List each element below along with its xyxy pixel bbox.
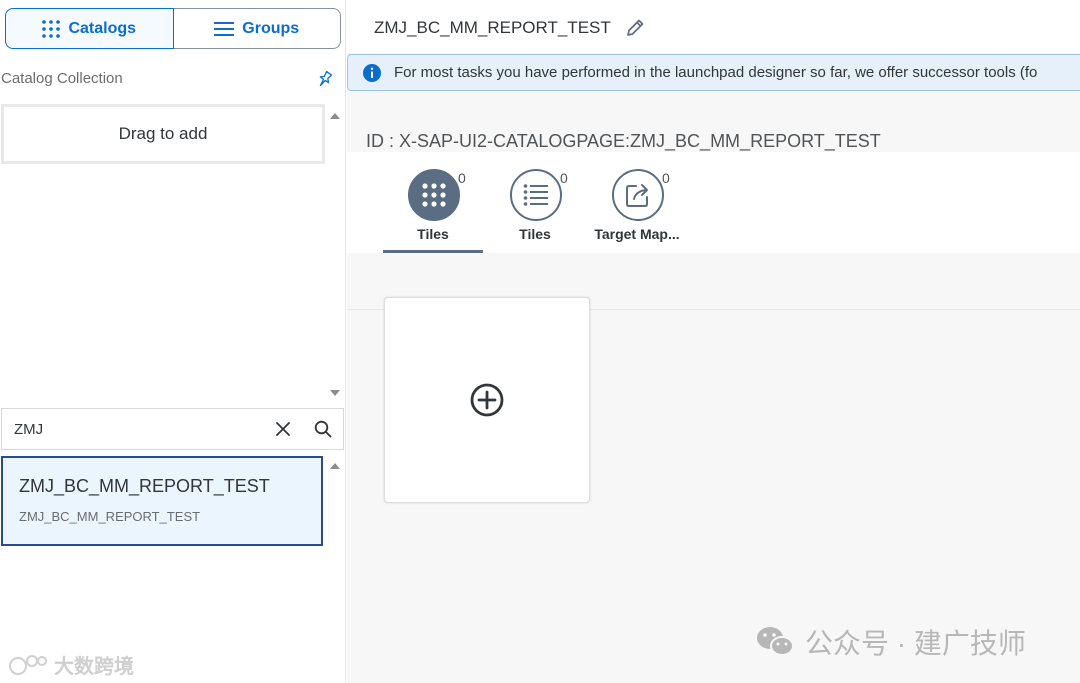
watermark-logo-icon xyxy=(9,654,47,675)
edit-pencil-icon[interactable] xyxy=(625,18,645,38)
list-icon xyxy=(523,184,548,206)
wechat-icon xyxy=(757,627,794,656)
icon-tab-bar: 0 Tiles 0 Tiles 0 Target Map... xyxy=(347,152,1080,253)
watermark-left: 大数跨境 xyxy=(8,650,134,679)
close-icon xyxy=(276,422,290,436)
tab-tiles-circle xyxy=(408,169,460,221)
catalog-id-label: ID : X-SAP-UI2-CATALOGPAGE:ZMJ_BC_MM_REP… xyxy=(366,131,881,151)
tab-target-mappings-circle xyxy=(612,169,664,221)
tab-tiles-list-circle xyxy=(510,169,562,221)
tab-tiles[interactable]: 0 Tiles xyxy=(383,152,483,253)
catalog-item-title: ZMJ_BC_MM_REPORT_TEST xyxy=(19,476,270,496)
tab-target-mappings[interactable]: 0 Target Map... xyxy=(587,152,687,253)
groups-button[interactable]: Groups xyxy=(173,8,341,49)
scroll-down-arrow-icon[interactable] xyxy=(330,390,340,396)
catalogs-button[interactable]: Catalogs xyxy=(5,8,174,49)
catalogs-button-label: Catalogs xyxy=(68,19,137,37)
active-tab-indicator xyxy=(383,250,483,253)
add-circle-icon xyxy=(470,383,504,417)
page-title: ZMJ_BC_MM_REPORT_TEST xyxy=(374,18,611,37)
result-scroll-up-arrow-icon[interactable] xyxy=(330,463,340,469)
list-icon xyxy=(214,21,235,36)
add-tile-button[interactable] xyxy=(384,297,590,503)
clear-search-button[interactable] xyxy=(263,409,303,449)
info-message-text: For most tasks you have performed in the… xyxy=(394,64,1038,81)
catalog-collection-title: Catalog Collection xyxy=(1,70,123,87)
catalog-detail-panel: ZMJ_BC_MM_REPORT_TEST For most tasks you… xyxy=(347,0,1080,683)
search-icon xyxy=(314,420,332,438)
share-icon xyxy=(626,184,648,207)
page-header: ZMJ_BC_MM_REPORT_TEST xyxy=(347,0,1080,53)
tab-tiles-list-count: 0 xyxy=(560,170,568,186)
search-button[interactable] xyxy=(303,409,343,449)
catalog-search-field[interactable]: ZMJ xyxy=(1,408,344,450)
search-input[interactable]: ZMJ xyxy=(2,421,263,438)
pin-icon[interactable] xyxy=(316,70,334,88)
scroll-up-arrow-icon[interactable] xyxy=(330,113,340,119)
catalog-list-item[interactable]: ZMJ_BC_MM_REPORT_TEST ZMJ_BC_MM_REPORT_T… xyxy=(1,456,323,546)
drag-drop-zone[interactable]: Drag to add xyxy=(1,104,325,164)
grid-icon xyxy=(42,19,61,38)
segmented-button: Catalogs Groups xyxy=(5,8,341,49)
tab-target-mappings-count: 0 xyxy=(662,170,670,186)
tab-tiles-list-label: Tiles xyxy=(519,226,551,242)
dropzone-text: Drag to add xyxy=(118,124,208,143)
info-icon xyxy=(363,63,381,82)
tiles-grid-icon xyxy=(422,183,446,207)
tab-target-mappings-label: Target Map... xyxy=(594,226,680,242)
info-message-strip: For most tasks you have performed in the… xyxy=(347,54,1080,91)
watermark-right: 公众号 · 建广技师 xyxy=(755,622,1026,662)
watermark-left-text: 大数跨境 xyxy=(54,656,134,678)
tab-tiles-label: Tiles xyxy=(417,226,449,242)
catalog-sidebar: Catalogs Groups Catalog Collection Drag … xyxy=(0,0,346,683)
tab-tiles-list[interactable]: 0 Tiles xyxy=(485,152,585,253)
groups-button-label: Groups xyxy=(242,19,300,37)
tab-tiles-count: 0 xyxy=(458,170,466,186)
watermark-right-text: 公众号 · 建广技师 xyxy=(805,628,1026,659)
catalog-item-subtitle: ZMJ_BC_MM_REPORT_TEST xyxy=(19,509,201,524)
